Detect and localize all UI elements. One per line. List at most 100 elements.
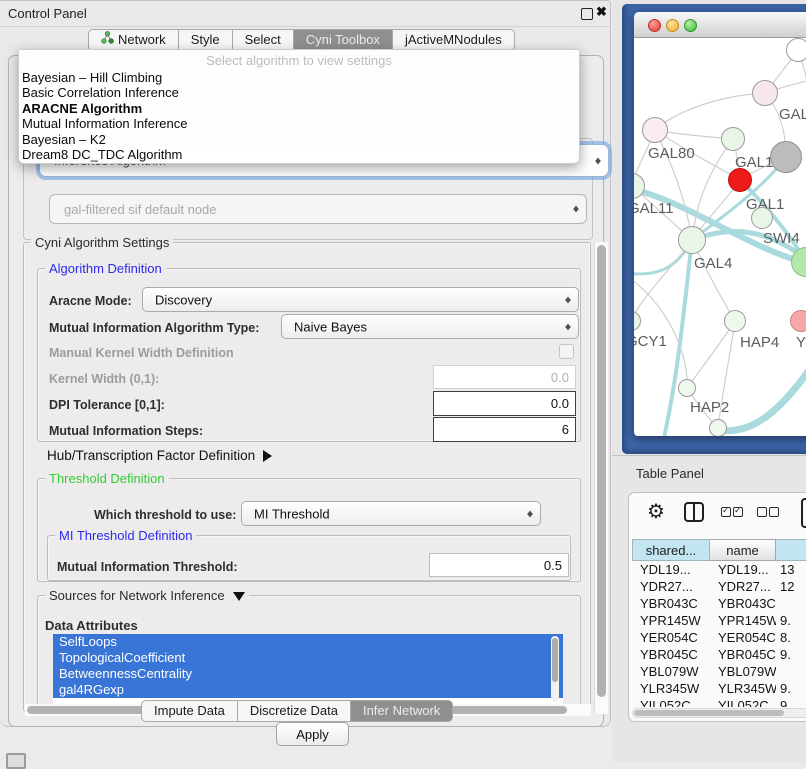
table-cell: YBL079W [710,663,776,680]
mi-algorithm-type-combobox[interactable]: Naive Bayes [281,314,579,339]
data-attributes-label: Data Attributes [45,618,138,633]
table-row[interactable]: YIL052CYIL052C9 [632,697,806,707]
table-cell: YPR145W [710,612,776,629]
table-cell: 13 [776,561,806,578]
data-attributes-list[interactable]: SelfLoopsTopologicalCoefficientBetweenne… [53,634,563,704]
table-row[interactable]: YLR345WYLR345W9. [632,680,806,697]
deselect-all-icon[interactable] [769,507,779,517]
dropdown-item-bayesian-hill-climbing[interactable]: Bayesian – Hill Climbing [19,70,579,85]
attribute-item-selfloops[interactable]: SelfLoops [53,634,563,650]
table-horizontal-scrollbar[interactable] [632,708,806,718]
node-gal80[interactable] [642,117,668,143]
table-row[interactable]: YDR27...YDR27...12 [632,578,806,595]
mi-steps-input[interactable]: 6 [433,417,576,442]
tab-style[interactable]: Style [179,29,233,51]
attribute-item-betweennesscentrality[interactable]: BetweennessCentrality [53,666,563,682]
node-label-y: Y [796,334,806,351]
table-cell [776,663,806,680]
node-hap2[interactable] [678,379,696,397]
hub-definition-toggle[interactable]: Hub/Transcription Factor Definition [47,448,278,463]
stepper-icon [595,154,602,167]
mi-threshold-input[interactable]: 0.5 [429,553,569,577]
tab-label: Select [245,29,281,51]
attribute-item-gal4rgexp[interactable]: gal4RGexp [53,682,563,698]
close-traffic-light-icon[interactable] [648,19,661,32]
tab-network[interactable]: Network [88,29,179,51]
column-header-shared[interactable]: shared... [632,539,710,561]
table-cell: YDR27... [632,578,710,595]
gear-icon[interactable]: ⚙ [647,499,665,524]
table-row[interactable]: YPR145WYPR145W9. [632,612,806,629]
node[interactable] [770,141,802,173]
partial-panel-icon[interactable] [801,498,806,528]
manual-kernel-checkbox[interactable] [559,344,574,359]
dropdown-item-basic-correlation-inference[interactable]: Basic Correlation Inference [19,85,579,100]
table-panel: ⚙ shared...name YDL19...YDL19...13YDR27.… [628,492,806,722]
dropdown-items: Bayesian – Hill ClimbingBasic Correlatio… [19,70,579,162]
tab-infer-network[interactable]: Infer Network [351,700,453,722]
node-hap4[interactable] [724,310,746,332]
table-row[interactable]: YBR043CYBR043C [632,595,806,612]
column-browser-icon[interactable] [684,502,704,522]
network-window-titlebar[interactable] [634,12,806,38]
table-cell: YER054C [632,629,710,646]
node[interactable] [786,38,806,62]
node-label-gcy1: GCY1 [634,333,667,350]
close-icon[interactable]: ✖ [596,4,607,20]
attribute-item-topologicalcoefficient[interactable]: TopologicalCoefficient [53,650,563,666]
node-table: shared...name YDL19...YDL19...13YDR27...… [632,539,806,707]
kernel-width-input[interactable]: 0.0 [433,365,576,389]
settings-vertical-scrollbar[interactable] [594,242,608,714]
zoom-traffic-light-icon[interactable] [684,19,697,32]
node-gal[interactable] [752,80,778,106]
network-icon [101,29,114,51]
minimize-traffic-light-icon[interactable] [666,19,679,32]
tab-cyni-toolbox[interactable]: Cyni Toolbox [294,29,393,51]
column-header-name[interactable]: name [710,539,776,561]
dropdown-item-mutual-information-inference[interactable]: Mutual Information Inference [19,116,579,131]
float-window-icon[interactable] [581,8,593,20]
tab-impute-data[interactable]: Impute Data [141,700,238,722]
stepper-icon [573,203,580,216]
node-gal10[interactable] [721,127,745,151]
which-threshold-combobox[interactable]: MI Threshold [241,501,541,526]
dropdown-item-bayesian-k2[interactable]: Bayesian – K2 [19,132,579,147]
dpi-tolerance-input[interactable]: 0.0 [433,391,576,416]
minimized-panel-icon[interactable] [6,753,26,769]
column-header-col2[interactable] [776,539,806,561]
node[interactable] [709,419,727,436]
right-region: GALGAL80GAL10GAL1GAL11SWI4GAL4GCY1HAP4YH… [612,0,806,762]
node-gal1[interactable] [728,168,752,192]
tab-label: Impute Data [154,700,225,722]
tab-jactivemnodules[interactable]: jActiveMNodules [393,29,515,51]
dropdown-item-dream8-dc-tdc-algorithm[interactable]: Dream8 DC_TDC Algorithm [19,147,579,162]
table-row[interactable]: YDL19...YDL19...13 [632,561,806,578]
tab-label: Style [191,29,220,51]
table-row[interactable]: YER054CYER054C8. [632,629,806,646]
dropdown-item-aracne-algorithm[interactable]: ARACNE Algorithm [19,101,579,116]
aracne-mode-label: Aracne Mode: [49,294,132,308]
network-canvas[interactable]: GALGAL80GAL10GAL1GAL11SWI4GAL4GCY1HAP4YH… [634,38,806,436]
attributes-scrollbar[interactable] [551,636,559,702]
network-view-window: GALGAL80GAL10GAL1GAL11SWI4GAL4GCY1HAP4YH… [634,12,806,436]
table-row[interactable]: YBR045CYBR045C9. [632,646,806,663]
node-gal4[interactable] [678,226,706,254]
apply-button[interactable]: Apply [276,722,349,746]
node-swi4[interactable] [751,207,773,229]
stepper-icon [565,293,572,306]
table-cell: 9 [776,697,806,707]
deselect-all-icon[interactable] [757,507,767,517]
expanded-arrow-icon [233,592,245,607]
table-cell: YIL052C [632,697,710,707]
network-combobox[interactable]: gal-filtered sif default node [49,194,587,224]
table-row[interactable]: YBL079WYBL079W [632,663,806,680]
collapsed-arrow-icon [263,450,278,462]
select-all-icon[interactable] [733,507,743,517]
node-y[interactable] [790,310,806,332]
table-cell: YDL19... [710,561,776,578]
select-all-icon[interactable] [721,507,731,517]
aracne-mode-combobox[interactable]: Discovery [142,287,579,312]
tab-discretize-data[interactable]: Discretize Data [238,700,351,722]
tab-select[interactable]: Select [233,29,294,51]
sources-group-title[interactable]: Sources for Network Inference [45,588,249,607]
